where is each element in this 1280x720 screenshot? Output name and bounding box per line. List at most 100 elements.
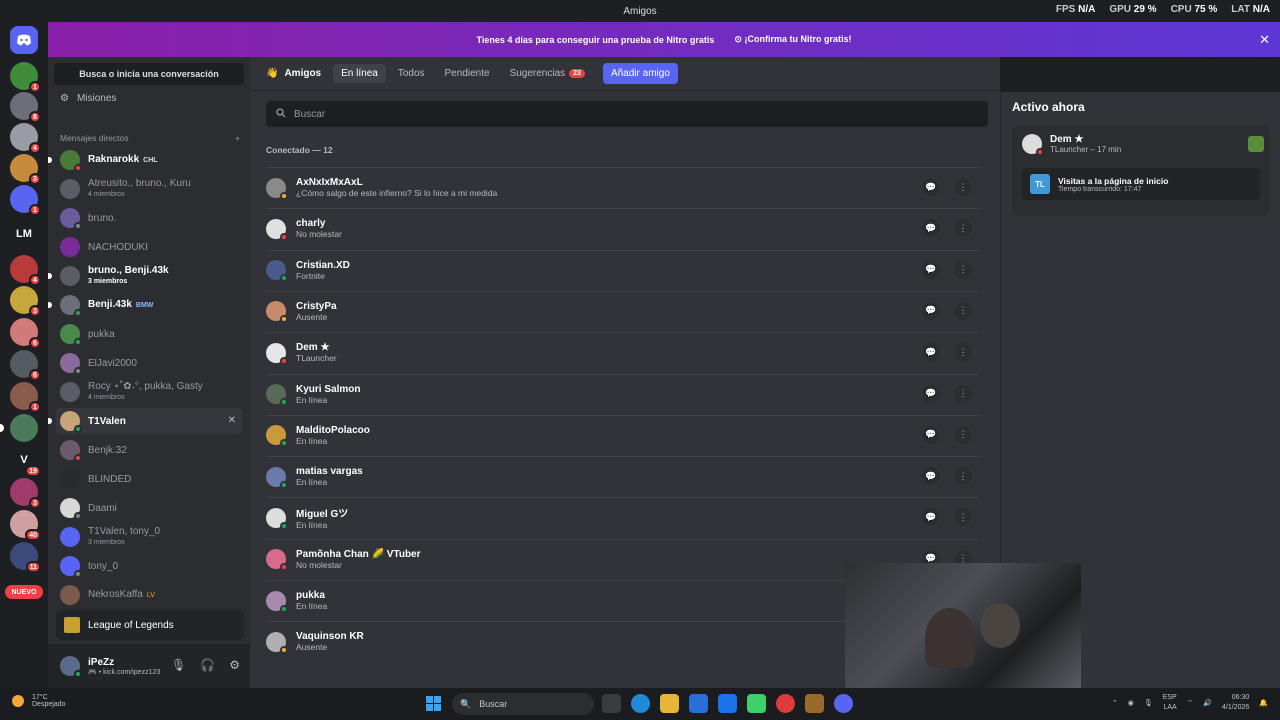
more-options-icon[interactable]: ⋮: [954, 508, 972, 527]
server-icon[interactable]: 3: [10, 286, 41, 317]
message-icon[interactable]: 💬: [922, 343, 940, 362]
dm-item[interactable]: Benji.43k BMW: [48, 292, 242, 318]
windows-start-icon[interactable]: [426, 696, 441, 711]
dm-item[interactable]: bruno., Benji.43k 3 miembros: [48, 263, 242, 289]
more-options-icon[interactable]: ⋮: [954, 343, 972, 362]
dm-item[interactable]: NACHODUKI: [56, 234, 242, 260]
language-indicator[interactable]: ESP LAA: [1163, 693, 1177, 713]
tab-online[interactable]: En línea: [333, 64, 386, 83]
more-options-icon[interactable]: ⋮: [954, 384, 972, 403]
more-options-icon[interactable]: ⋮: [954, 425, 972, 444]
discord-taskbar-icon[interactable]: [834, 694, 853, 713]
user-avatar[interactable]: [60, 656, 82, 678]
server-icon[interactable]: 1: [10, 62, 41, 93]
server-icon[interactable]: 11: [10, 542, 41, 573]
server-icon[interactable]: 3: [10, 478, 41, 509]
add-friend-button[interactable]: Añadir amigo: [602, 63, 678, 84]
more-options-icon[interactable]: ⋮: [954, 219, 972, 238]
message-icon[interactable]: 💬: [922, 425, 940, 444]
server-icon[interactable]: 8: [10, 92, 41, 123]
tab-pending[interactable]: Pendiente: [437, 64, 498, 83]
friend-row[interactable]: AxNxIxMxAxL ¿Cómo salgo de este infierno?…: [266, 167, 978, 207]
dm-item[interactable]: pukka: [56, 321, 242, 347]
server-icon[interactable]: 1: [10, 185, 41, 216]
mic-icon[interactable]: 🎙: [1144, 699, 1153, 707]
activity-card[interactable]: Dem ★ TLauncher – 17 min TL Visitas a la…: [1012, 126, 1270, 216]
game-activity-bar[interactable]: League of Legends: [56, 610, 244, 640]
friend-row[interactable]: charly No molestar 💬 ⋮: [266, 208, 978, 248]
dm-item[interactable]: NekrosKaffa LV: [56, 582, 242, 608]
dm-item[interactable]: T1Valen, tony_0 3 miembros: [56, 524, 242, 550]
friend-row[interactable]: CristyPa Ausente 💬 ⋮: [266, 290, 978, 331]
dm-item[interactable]: Raknarokk CHL: [48, 147, 242, 173]
more-options-icon[interactable]: ⋮: [954, 301, 972, 320]
store-icon[interactable]: [689, 694, 708, 713]
friend-row[interactable]: Dem ★ TLauncher 💬 ⋮: [266, 332, 978, 372]
dm-item[interactable]: ElJavi2000: [56, 350, 242, 376]
avatar: [266, 590, 288, 613]
opera-icon[interactable]: [776, 694, 795, 713]
more-options-icon[interactable]: ⋮: [954, 178, 972, 196]
server-icon[interactable]: [0, 414, 38, 442]
edge-icon[interactable]: [631, 694, 650, 713]
friend-name: Kyuri Salmon: [296, 383, 361, 395]
friends-search[interactable]: Buscar: [266, 101, 988, 127]
message-icon[interactable]: 💬: [922, 301, 940, 320]
server-v[interactable]: V 19: [10, 446, 41, 477]
dm-item[interactable]: Benjk.32: [56, 437, 242, 463]
message-icon[interactable]: 💬: [922, 384, 940, 403]
server-lm[interactable]: LM: [10, 220, 38, 248]
game-icon[interactable]: [805, 694, 824, 713]
nitro-cta[interactable]: ⊙ ¡Confirma tu Nitro gratis!: [734, 34, 851, 45]
friend-row[interactable]: Cristian.XD Fortnite 💬 ⋮: [266, 249, 978, 290]
app-icon[interactable]: [747, 694, 766, 713]
chevron-up-icon[interactable]: ⌃: [1112, 699, 1118, 707]
dm-item[interactable]: Atreusito., bruno., Kuru 4 miembros: [56, 176, 242, 202]
file-explorer-icon[interactable]: [660, 694, 679, 713]
tab-all[interactable]: Todos: [390, 64, 433, 83]
dm-item[interactable]: BLINDED: [56, 466, 242, 492]
message-icon[interactable]: 💬: [922, 178, 940, 196]
friend-row[interactable]: Kyuri Salmon En línea 💬 ⋮: [266, 373, 978, 414]
friend-row[interactable]: MalditoPolacoo En línea 💬 ⋮: [266, 414, 978, 455]
discord-home-icon[interactable]: [10, 26, 38, 54]
task-view-icon[interactable]: [602, 694, 621, 713]
notification-icon[interactable]: 🔔: [1259, 699, 1268, 707]
close-icon[interactable]: ✕: [1259, 32, 1270, 48]
server-icon[interactable]: 4: [10, 255, 41, 286]
sidebar-item-missions[interactable]: ⚙ Misiones: [60, 93, 116, 104]
dm-item[interactable]: Daami: [56, 495, 242, 521]
taskbar-search[interactable]: 🔍 Buscar: [452, 693, 594, 715]
server-icon[interactable]: 40: [10, 510, 41, 541]
server-icon[interactable]: 6: [10, 350, 41, 381]
message-icon[interactable]: 💬: [922, 467, 940, 486]
close-dm-icon[interactable]: ✕: [228, 415, 236, 426]
volume-icon[interactable]: 🔊: [1203, 699, 1212, 707]
dm-item[interactable]: bruno.: [56, 205, 242, 231]
server-icon[interactable]: 1: [10, 382, 41, 413]
message-icon[interactable]: 💬: [922, 508, 940, 527]
dm-item[interactable]: tony_0: [56, 553, 242, 579]
server-icon[interactable]: 6: [10, 318, 41, 349]
conversation-search[interactable]: Busca o inicia una conversación: [54, 63, 244, 85]
dm-item[interactable]: Rocy ⋆˚✿˖°, pukka, Gasty 4 miembros: [56, 379, 242, 405]
tab-suggestions[interactable]: Sugerencias 23: [502, 64, 593, 83]
settings-icon[interactable]: ⚙: [229, 658, 240, 672]
friend-row[interactable]: matias vargas En línea 💬 ⋮: [266, 456, 978, 496]
message-icon[interactable]: 💬: [922, 260, 940, 279]
server-icon[interactable]: 3: [10, 154, 41, 185]
mail-icon[interactable]: [718, 694, 737, 713]
more-options-icon[interactable]: ⋮: [954, 260, 972, 279]
network-icon[interactable]: ◉: [1128, 699, 1134, 707]
weather-widget[interactable]: 17°C Despejado: [12, 694, 65, 708]
clock[interactable]: 06:30 4/1/2026: [1222, 693, 1249, 713]
wifi-icon[interactable]: ⌔: [1187, 699, 1194, 708]
server-icon[interactable]: 4: [10, 123, 41, 154]
headphones-icon[interactable]: 🎧: [200, 658, 215, 672]
more-options-icon[interactable]: ⋮: [954, 467, 972, 486]
message-icon[interactable]: 💬: [922, 219, 940, 238]
add-dm-icon[interactable]: +: [235, 133, 240, 143]
dm-item[interactable]: T1Valen ✕: [48, 408, 242, 434]
friend-row[interactable]: Miguel Gツ En línea 💬 ⋮: [266, 497, 978, 537]
microphone-icon[interactable]: 🎙: [171, 658, 186, 672]
